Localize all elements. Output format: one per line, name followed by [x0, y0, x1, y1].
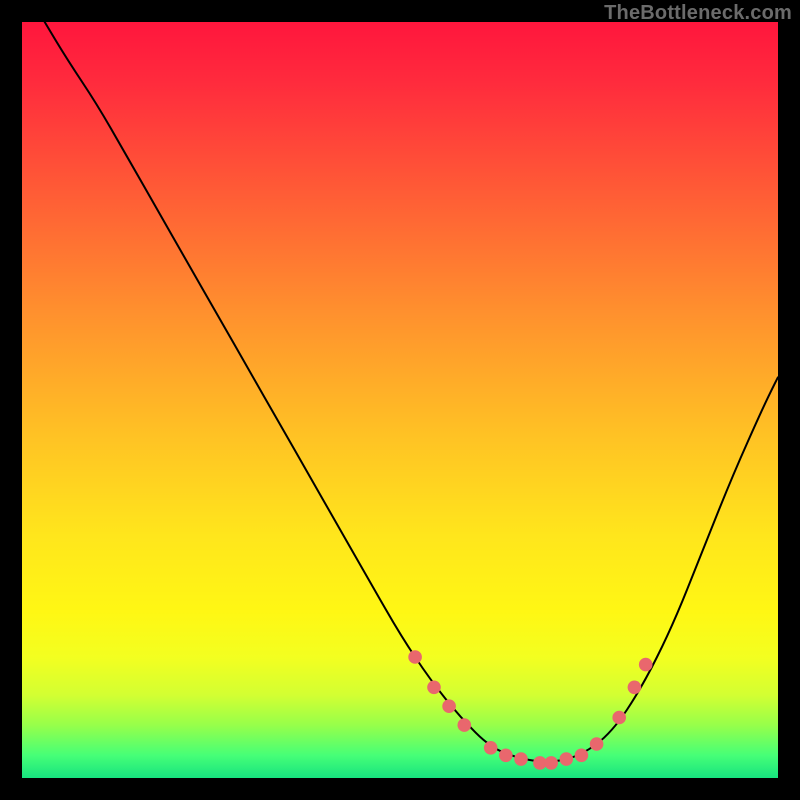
optimal-marker	[590, 737, 604, 751]
watermark-text: TheBottleneck.com	[604, 2, 792, 25]
optimal-marker	[499, 749, 513, 763]
optimal-marker	[628, 681, 642, 695]
optimal-marker	[514, 752, 528, 766]
optimal-marker	[442, 699, 456, 713]
chart-svg	[22, 22, 778, 778]
chart-frame: TheBottleneck.com	[0, 0, 800, 800]
optimal-marker	[612, 711, 626, 725]
optimal-marker	[458, 718, 472, 732]
chart-plot-area	[22, 22, 778, 778]
optimal-marker	[427, 681, 441, 695]
optimal-marker	[575, 749, 589, 763]
optimal-marker	[544, 756, 558, 770]
optimal-marker	[560, 752, 574, 766]
optimal-marker	[484, 741, 498, 755]
optimal-marker	[408, 650, 422, 664]
optimal-marker	[639, 658, 653, 672]
bottleneck-curve	[45, 22, 778, 762]
optimal-marker-group	[408, 650, 652, 770]
